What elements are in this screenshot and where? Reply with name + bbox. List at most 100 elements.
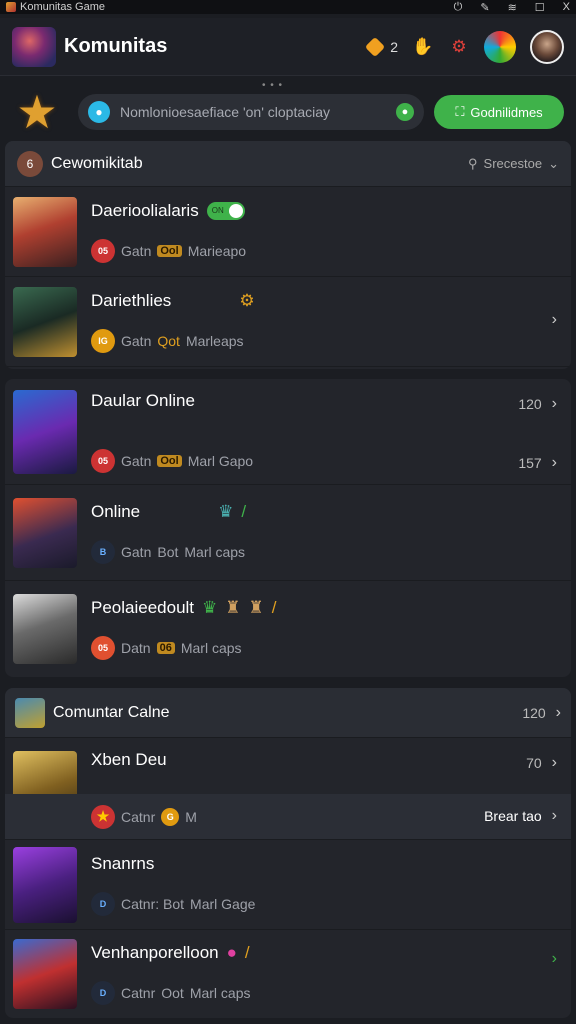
edit-icon: / xyxy=(271,598,277,617)
community-section-3: Comuntar Calne 120 › Xben Deu 70 › ★ Catnr G… xyxy=(5,688,571,1018)
hand-icon[interactable]: ✋ xyxy=(412,36,434,58)
search-go-icon[interactable]: ● xyxy=(396,103,414,121)
item-count: 70 xyxy=(526,755,542,771)
list-item[interactable]: Venhanporelloon ● / D Catnr Oot Marl caps › xyxy=(5,930,571,1018)
list-item[interactable]: Online ♛ / B Gatn Bot Marl caps xyxy=(5,485,571,581)
chevron-right-icon[interactable]: › xyxy=(556,704,561,722)
star-icon: ★ xyxy=(16,86,58,138)
item-sub-a: Catnr xyxy=(121,985,156,1001)
list-item[interactable]: Dariethlies ⚙ IG Gatn Qot Marleaps › xyxy=(5,277,571,367)
chevron-right-icon[interactable]: › xyxy=(552,311,557,329)
section-title: Cewomikitab xyxy=(51,154,143,172)
item-badge: IG xyxy=(91,328,115,353)
app-logo xyxy=(12,26,56,67)
item-badge: 05 xyxy=(91,448,115,473)
gear-icon: ⚙ xyxy=(239,290,255,310)
item-sub-b: Marl caps xyxy=(180,640,242,656)
coin-icon xyxy=(365,36,386,57)
item-badge: 05 xyxy=(91,238,115,263)
maximize-icon[interactable]: ☐ xyxy=(535,1,545,14)
online-toggle[interactable]: ON xyxy=(206,201,245,220)
item-sub-a: Gatn xyxy=(121,543,152,560)
window-titlebar: Komunitas Game ⏻ ✎ ≋ ☐ X xyxy=(0,0,576,14)
chevron-right-icon[interactable]: › xyxy=(552,454,557,472)
game-thumbnail xyxy=(13,389,77,474)
item-tag: Oot xyxy=(161,985,184,1001)
section-header: Comuntar Calne 120 › xyxy=(5,688,571,738)
item-title: Snanrns xyxy=(91,853,155,873)
potion-icon: ● xyxy=(226,943,237,962)
sort-label: Srecestoe xyxy=(483,156,543,171)
action-button[interactable]: ⛶ Godnilidmes xyxy=(434,95,564,129)
item-sub-a: Gatn xyxy=(121,242,152,259)
notification-icon[interactable]: ⚙ xyxy=(448,36,470,58)
section-icon xyxy=(15,697,45,728)
item-sub-a: Catnr xyxy=(121,808,156,825)
item-sub-b: Marl caps xyxy=(189,985,251,1001)
item-title: Peolaieedoult xyxy=(91,598,195,617)
wifi-icon[interactable]: ≋ xyxy=(508,1,517,14)
item-sub-b: Marl Gage xyxy=(190,895,256,912)
power-icon[interactable]: ⏻ xyxy=(454,1,463,14)
coin-icon: G xyxy=(161,807,180,826)
section-title: Comuntar Calne xyxy=(53,703,170,721)
action-button-label: Godnilidmes xyxy=(470,104,543,120)
trophy-icon: ♜ xyxy=(225,598,241,617)
user-avatar[interactable] xyxy=(530,29,564,64)
item-title: Venhanporelloon xyxy=(91,943,219,962)
game-thumbnail xyxy=(13,594,77,664)
chevron-right-icon[interactable]: › xyxy=(552,395,557,413)
edit-icon: / xyxy=(244,943,250,962)
trophy-icon: ♜ xyxy=(248,598,264,617)
crown-icon: ♛ xyxy=(202,598,218,617)
item-sub-b: Marleaps xyxy=(185,332,244,349)
list-item[interactable]: Daular Online 05 Gatn Ool Marl Gapo 120 › 15… xyxy=(5,379,571,485)
chevron-right-icon[interactable]: › xyxy=(552,807,557,825)
item-title: Xben Deu xyxy=(91,750,167,769)
section-count: 120 xyxy=(522,704,546,721)
item-sub-a: Catnr: Bot xyxy=(121,895,185,912)
pin-icon[interactable]: ✎ xyxy=(480,1,489,14)
item-badge: B xyxy=(91,539,115,564)
search-row: ★ ● Nomlonioesaefiace 'on' cloptaciay ● … xyxy=(0,88,576,136)
item-tag: Bot xyxy=(157,543,179,560)
item-badge: D xyxy=(91,981,115,1005)
game-avatar[interactable] xyxy=(484,30,516,63)
chevron-right-icon[interactable]: › xyxy=(552,754,557,772)
game-thumbnail xyxy=(13,196,77,267)
crown-icon: ♛ xyxy=(218,501,234,521)
item-sub-a: Gatn xyxy=(121,452,152,469)
item-sub-b: Marieapo xyxy=(187,242,247,259)
item-sub-a: Datn xyxy=(121,640,151,656)
item-sub-a: Gatn xyxy=(121,332,152,349)
user-add-icon: ⛶ xyxy=(455,104,465,119)
search-input[interactable]: ● Nomlonioesaefiace 'on' cloptaciay ● xyxy=(78,94,424,130)
item-action-label: Brear tao xyxy=(484,808,542,824)
list-item[interactable]: ★ Catnr G M Brear tao › xyxy=(5,794,571,840)
app-window-icon xyxy=(6,2,16,12)
chevron-right-icon[interactable]: › xyxy=(552,950,557,968)
list-item[interactable]: Snanrns D Catnr: Bot Marl Gage xyxy=(5,840,571,930)
section-sort[interactable]: ⚲ Srecestoe ⌄ xyxy=(468,156,559,172)
window-title: Komunitas Game xyxy=(20,1,105,13)
list-item[interactable]: Peolaieedoult ♛ ♜ ♜ / 05 Datn 06 Marl caps xyxy=(5,581,571,677)
list-item[interactable]: Xben Deu 70 › xyxy=(5,738,571,827)
close-icon[interactable]: X xyxy=(563,1,570,14)
item-sub-b: Marl caps xyxy=(184,543,246,560)
game-thumbnail xyxy=(13,286,77,357)
item-badge: D xyxy=(91,891,115,916)
coin-count: 2 xyxy=(390,38,398,55)
section-icon: 6 xyxy=(17,150,43,177)
chevron-down-icon: ⌄ xyxy=(548,155,559,171)
item-count: 120 xyxy=(518,396,542,412)
section-header: 6 Cewomikitab ⚲ Srecestoe ⌄ xyxy=(5,141,571,187)
item-title: Dariethlies xyxy=(91,290,172,310)
item-sub-b: M xyxy=(185,808,197,825)
list-item[interactable]: Daerioolialaris ON 05 Gatn Ool Marieapo xyxy=(5,187,571,277)
app-title: Komunitas xyxy=(64,35,168,57)
drop-icon: ● xyxy=(88,101,110,123)
app-header: Komunitas 2 ✋ ⚙ xyxy=(0,18,576,76)
search-placeholder: Nomlonioesaefiace 'on' cloptaciay xyxy=(120,104,331,120)
game-thumbnail xyxy=(13,939,77,1009)
item-tag: Ool xyxy=(157,244,182,257)
